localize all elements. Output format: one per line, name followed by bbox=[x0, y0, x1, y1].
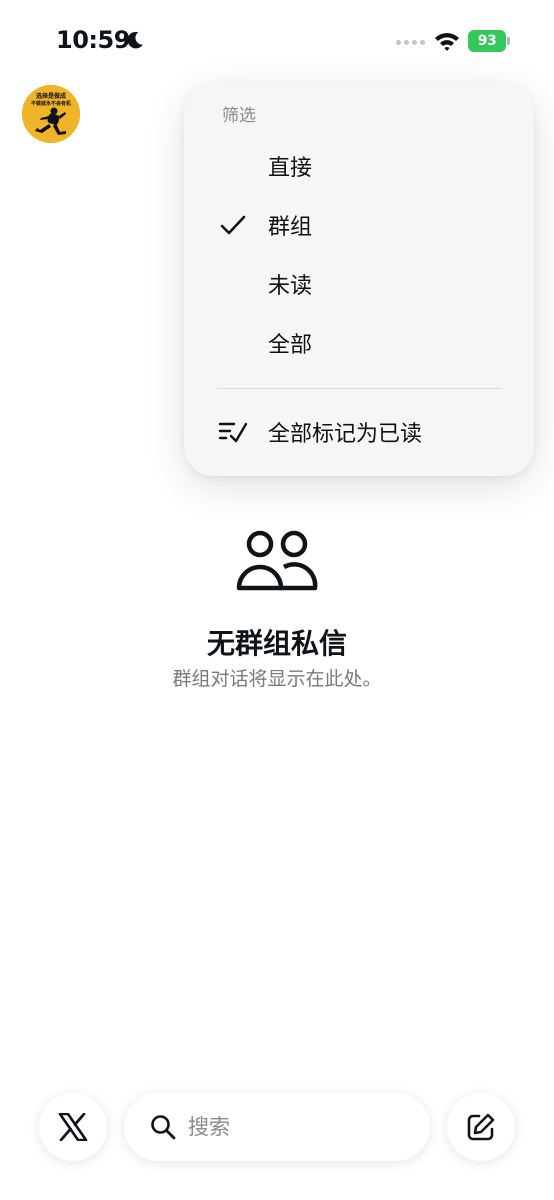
avatar-image: 选择是做成 不做就永不会有机 bbox=[22, 85, 80, 143]
empty-state-title: 无群组私信 bbox=[206, 627, 347, 660]
menu-title: 筛选 bbox=[222, 106, 256, 126]
wifi-icon bbox=[435, 33, 459, 51]
mark-all-read-icon bbox=[218, 422, 248, 443]
status-bar: 10:59 93 bbox=[0, 0, 554, 80]
search-bar[interactable] bbox=[124, 1093, 430, 1161]
menu-item-label: 全部 bbox=[268, 333, 313, 358]
profile-avatar[interactable]: 选择是做成 不做就永不会有机 bbox=[22, 85, 80, 143]
battery-indicator: 93 bbox=[468, 30, 510, 52]
cellular-signal-icon bbox=[396, 40, 425, 45]
menu-item-groups[interactable]: 群组 bbox=[184, 198, 534, 252]
avatar-caption-1: 选择是做成 bbox=[36, 92, 66, 100]
menu-item-all[interactable]: 全部 bbox=[184, 316, 534, 370]
menu-item-label: 直接 bbox=[268, 156, 313, 181]
x-logo-icon bbox=[58, 1113, 88, 1141]
menu-item-label: 群组 bbox=[268, 215, 313, 240]
search-icon bbox=[151, 1115, 176, 1140]
filter-menu: 筛选 直接 群组 未读 全部 全部标记为已读 bbox=[184, 84, 534, 476]
menu-divider bbox=[217, 388, 501, 389]
menu-item-unread[interactable]: 未读 bbox=[184, 257, 534, 311]
avatar-caption-2: 不做就永不会有机 bbox=[31, 100, 71, 107]
checkmark-icon bbox=[220, 215, 246, 235]
compose-button[interactable] bbox=[447, 1093, 515, 1161]
menu-item-label: 未读 bbox=[268, 274, 313, 299]
home-button[interactable] bbox=[39, 1093, 107, 1161]
mark-all-read-button[interactable]: 全部标记为已读 bbox=[184, 405, 534, 459]
compose-icon bbox=[467, 1113, 495, 1141]
status-time: 10:59 bbox=[56, 26, 130, 54]
moon-icon bbox=[127, 31, 143, 49]
battery-level: 93 bbox=[468, 30, 506, 52]
menu-item-label: 全部标记为已读 bbox=[268, 422, 423, 447]
people-icon bbox=[236, 530, 318, 591]
search-input[interactable] bbox=[188, 1107, 408, 1147]
empty-state-subtitle: 群组对话将显示在此处。 bbox=[172, 668, 382, 690]
menu-item-direct[interactable]: 直接 bbox=[184, 139, 534, 193]
